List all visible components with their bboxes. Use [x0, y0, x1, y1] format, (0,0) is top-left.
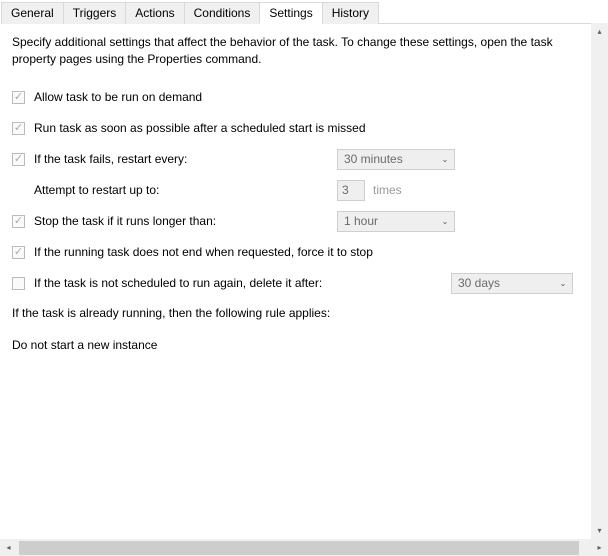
label-rule-value: Do not start a new instance [12, 338, 583, 352]
tab-conditions[interactable]: Conditions [184, 2, 261, 24]
label-allow-demand: Allow task to be run on demand [34, 90, 202, 104]
tab-bar: General Triggers Actions Conditions Sett… [1, 1, 607, 24]
horizontal-scroll-track[interactable] [17, 539, 591, 556]
tab-history[interactable]: History [322, 2, 379, 24]
checkbox-allow-demand[interactable] [12, 91, 25, 104]
label-stop-longer: Stop the task if it runs longer than: [34, 214, 337, 228]
tab-actions[interactable]: Actions [125, 2, 184, 24]
label-force-stop: If the running task does not end when re… [34, 245, 373, 259]
settings-description: Specify additional settings that affect … [12, 34, 583, 69]
label-delete-after: If the task is not scheduled to run agai… [34, 276, 322, 290]
scroll-left-arrow-icon[interactable]: ◂ [0, 539, 17, 556]
label-attempt-restart: Attempt to restart up to: [34, 183, 337, 197]
label-rule-heading: If the task is already running, then the… [12, 306, 583, 320]
combo-restart-interval[interactable]: 30 minutes ⌄ [337, 149, 455, 170]
checkbox-run-asap[interactable] [12, 122, 25, 135]
chevron-down-icon: ⌄ [554, 279, 572, 288]
combo-delete-duration[interactable]: 30 days ⌄ [451, 273, 573, 294]
horizontal-scroll-thumb[interactable] [19, 541, 579, 555]
combo-stop-duration-value: 1 hour [344, 214, 436, 228]
chevron-down-icon: ⌄ [436, 217, 454, 226]
checkbox-restart-every[interactable] [12, 153, 25, 166]
tab-general[interactable]: General [1, 2, 64, 24]
input-attempt-count[interactable]: 3 [337, 180, 365, 201]
horizontal-scrollbar[interactable]: ◂ ▸ [0, 539, 608, 556]
label-restart-every: If the task fails, restart every: [34, 152, 337, 166]
scroll-right-arrow-icon[interactable]: ▸ [591, 539, 608, 556]
label-run-asap: Run task as soon as possible after a sch… [34, 121, 366, 135]
tab-triggers[interactable]: Triggers [63, 2, 127, 24]
label-attempt-suffix: times [373, 183, 402, 197]
checkbox-delete-after[interactable] [12, 277, 25, 290]
chevron-down-icon: ⌄ [436, 155, 454, 164]
checkbox-stop-longer[interactable] [12, 215, 25, 228]
combo-stop-duration[interactable]: 1 hour ⌄ [337, 211, 455, 232]
vertical-scrollbar[interactable]: ▴ ▾ [591, 23, 608, 539]
combo-restart-interval-value: 30 minutes [344, 152, 436, 166]
scroll-up-arrow-icon[interactable]: ▴ [591, 23, 608, 40]
checkbox-force-stop[interactable] [12, 246, 25, 259]
vertical-scroll-track[interactable] [591, 40, 608, 522]
tab-settings[interactable]: Settings [259, 2, 322, 24]
scroll-down-arrow-icon[interactable]: ▾ [591, 522, 608, 539]
combo-delete-duration-value: 30 days [458, 276, 554, 290]
settings-panel: Specify additional settings that affect … [2, 24, 591, 539]
